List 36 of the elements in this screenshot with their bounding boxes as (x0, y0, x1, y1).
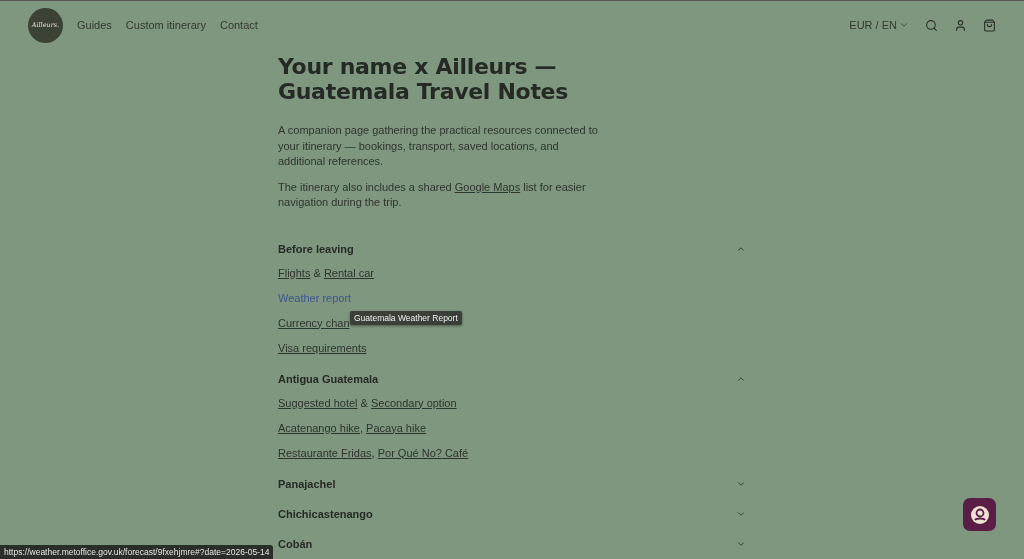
resource-link[interactable]: Secondary option (371, 396, 457, 409)
intro-paragraph: A companion page gathering the practical resources connected to your itinerary — bookings, transport, saved locations, and additional references. (278, 123, 598, 169)
section-header[interactable]: Antigua Guatemala (278, 370, 746, 387)
resource-link[interactable]: Currency chan (278, 316, 350, 329)
locale-selector[interactable]: EUR / EN (849, 19, 909, 31)
nav-link[interactable]: Contact (219, 19, 258, 31)
section-header[interactable]: Before leaving (278, 240, 746, 257)
nav-link[interactable]: Custom itinerary (125, 19, 206, 31)
separator: , (359, 421, 364, 434)
resource-link[interactable]: Weather report (278, 291, 352, 304)
nav-link[interactable]: Guides (77, 19, 112, 31)
separator: & (312, 266, 322, 279)
page-title: Your name x Ailleurs — Guatemala Travel Notes (278, 54, 570, 104)
maps-note: The itinerary also includes a shared Google Maps list for easier navigation during the trip. (278, 179, 587, 210)
resource-link[interactable]: Restaurante Fridas (278, 446, 372, 459)
section-header[interactable]: Chichicastenango (278, 505, 746, 522)
user-icon[interactable] (954, 18, 967, 32)
separator: , (371, 446, 376, 459)
resource-link[interactable]: Flights (278, 266, 311, 279)
resource-link[interactable]: Acatenango hike (278, 421, 360, 434)
tooltip: Guatemala Weather Report (350, 310, 462, 325)
section-header[interactable]: Cobán (278, 535, 746, 552)
chat-button[interactable] (963, 498, 996, 531)
resource-link[interactable]: Por Qué No? Café (377, 446, 469, 459)
chevron-down-icon (899, 20, 909, 30)
resource-link[interactable]: Rental car (323, 266, 374, 279)
resource-link[interactable]: Visa requirements (278, 341, 367, 354)
user-icon (969, 504, 990, 525)
resource-link[interactable]: Suggested hotel (278, 396, 358, 409)
status-url: https://weather.metoffice.gov.uk/forecast/9fxehjmre#?date=2026-05-14 (0, 545, 274, 559)
bag-icon[interactable] (983, 18, 996, 32)
search-icon[interactable] (925, 18, 938, 32)
resource-link[interactable]: Pacaya hike (366, 421, 426, 434)
separator: & (359, 396, 369, 409)
maps-link[interactable]: Google Maps (454, 180, 521, 193)
section-header[interactable]: Panajachel (278, 475, 746, 492)
